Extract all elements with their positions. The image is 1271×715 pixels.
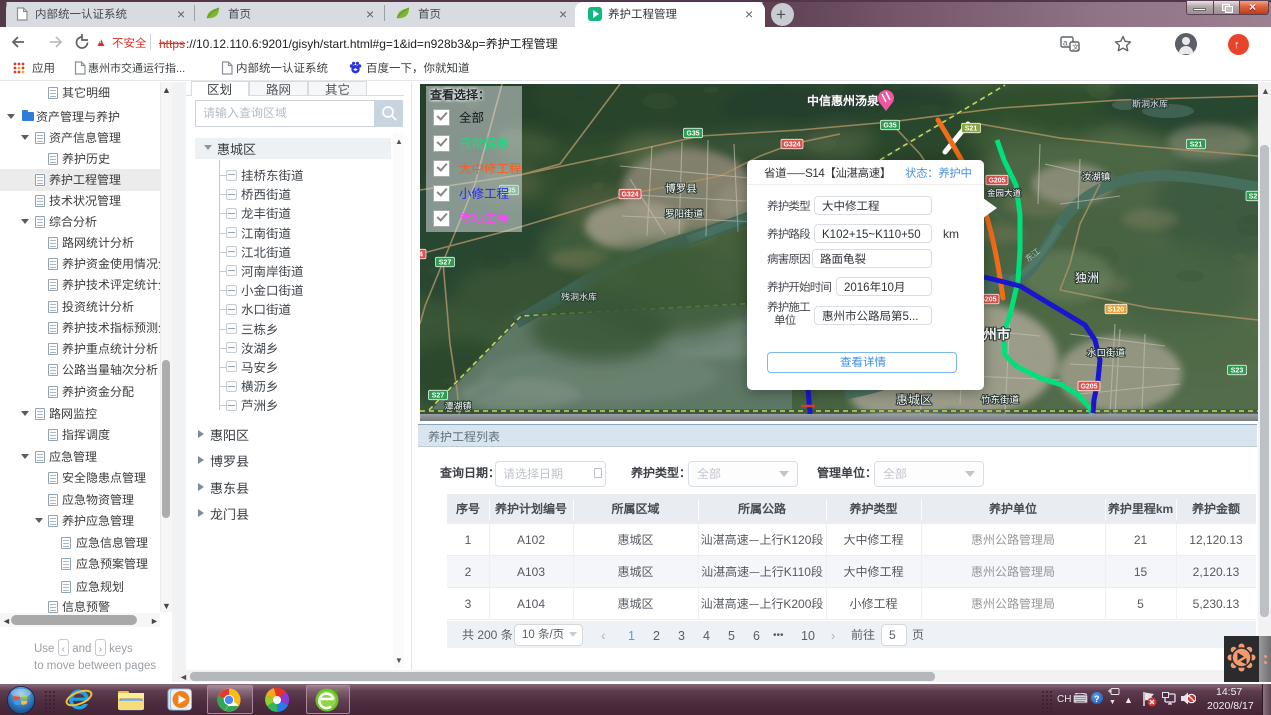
svg-text:独洲: 独洲 bbox=[1075, 269, 1099, 286]
svg-text:G35: G35 bbox=[686, 131, 699, 138]
svg-text:S21: S21 bbox=[965, 126, 978, 133]
svg-text:残洞水库: 残洞水库 bbox=[561, 290, 597, 303]
svg-text:潭湖镇: 潭湖镇 bbox=[444, 399, 471, 412]
svg-text:惠城区: 惠城区 bbox=[896, 391, 932, 408]
svg-text:汝湖镇: 汝湖镇 bbox=[1082, 169, 1111, 183]
svg-text:G324: G324 bbox=[783, 142, 800, 149]
svg-text:S2: S2 bbox=[1249, 194, 1258, 201]
svg-text:G205: G205 bbox=[1080, 384, 1097, 391]
svg-text:博罗县: 博罗县 bbox=[665, 181, 697, 196]
svg-text:竹东街道: 竹东街道 bbox=[981, 392, 1020, 406]
svg-text:G205: G205 bbox=[988, 178, 1005, 185]
svg-text:S21: S21 bbox=[1190, 142, 1203, 149]
svg-text:S120: S120 bbox=[1108, 307, 1124, 314]
svg-text:斯洞水库: 斯洞水库 bbox=[1132, 97, 1168, 110]
svg-text:G324: G324 bbox=[621, 192, 638, 199]
svg-text:中信惠州汤泉: 中信惠州汤泉 bbox=[807, 92, 880, 109]
svg-text:罗阳街道: 罗阳街道 bbox=[665, 206, 704, 220]
svg-text:S27: S27 bbox=[439, 260, 452, 267]
svg-text:a: a bbox=[1063, 39, 1068, 48]
svg-text:S27: S27 bbox=[432, 393, 445, 400]
svg-text:4: 4 bbox=[420, 252, 423, 259]
svg-text:S23: S23 bbox=[1231, 368, 1244, 375]
svg-text:文: 文 bbox=[1072, 43, 1079, 53]
svg-text:水口街道: 水口街道 bbox=[1087, 345, 1126, 359]
svg-text:G35: G35 bbox=[883, 123, 896, 130]
